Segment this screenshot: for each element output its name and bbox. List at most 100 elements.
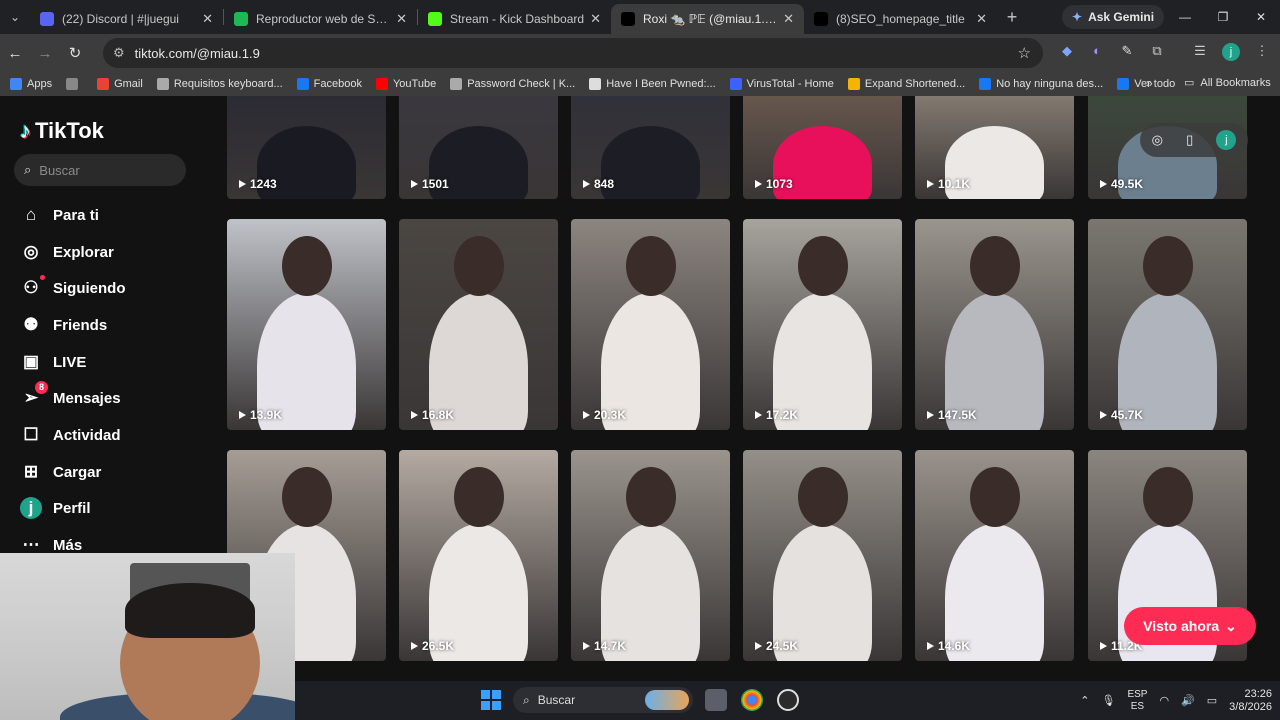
microphone-icon[interactable]: 🎙 bbox=[1101, 694, 1115, 707]
chrome-taskbar-icon[interactable] bbox=[741, 689, 763, 711]
video-thumbnail[interactable]: 26.5K bbox=[399, 450, 558, 661]
bookmark-item[interactable]: VirusTotal - Home bbox=[729, 78, 834, 90]
taskbar-search[interactable]: ⌕ Buscar bbox=[513, 687, 693, 713]
tiktok-search-input[interactable]: ⌕ Buscar bbox=[14, 154, 186, 186]
tab-search-icon[interactable]: ⌄ bbox=[0, 0, 30, 34]
bookmark-item[interactable] bbox=[66, 78, 83, 90]
close-tab-icon[interactable]: ✕ bbox=[202, 11, 213, 27]
nav-item-activity[interactable]: ☐ Actividad bbox=[20, 420, 120, 450]
video-thumbnail[interactable]: 16.8K bbox=[399, 219, 558, 430]
bookmark-item[interactable]: YouTube bbox=[375, 78, 436, 90]
obs-taskbar-icon[interactable] bbox=[777, 689, 799, 711]
reload-icon[interactable]: ↻ bbox=[60, 44, 90, 62]
video-thumbnail[interactable]: 848 bbox=[571, 96, 730, 199]
tiktok-logo[interactable]: ♪ TikTok bbox=[20, 118, 104, 144]
extension-icon[interactable]: ◆ bbox=[1057, 43, 1077, 63]
maximize-icon[interactable]: ❐ bbox=[1204, 0, 1242, 34]
bookmark-item[interactable]: Apps bbox=[10, 78, 52, 90]
video-thumbnail[interactable]: 14.7K bbox=[571, 450, 730, 661]
browser-tab[interactable]: (8)SEO_homepage_title ✕ bbox=[804, 4, 997, 34]
forward-icon[interactable]: → bbox=[30, 45, 60, 62]
address-bar[interactable]: ⚙ tiktok.com/@miau.1.9 ☆ bbox=[103, 38, 1043, 68]
nav-item-following[interactable]: ⚇ Siguiendo bbox=[20, 273, 126, 303]
bookmark-favicon-icon bbox=[66, 78, 79, 90]
new-tab-button[interactable]: + bbox=[997, 7, 1027, 28]
tray-chevron-icon[interactable]: ⌃ bbox=[1080, 694, 1089, 707]
view-count: 24.5K bbox=[755, 639, 798, 653]
extensions-puzzle-icon[interactable]: ⧉ bbox=[1147, 43, 1167, 63]
bookmark-item[interactable]: Facebook bbox=[296, 78, 362, 90]
nav-item-upload[interactable]: ⊞ Cargar bbox=[20, 457, 101, 487]
bookmarks-overflow[interactable]: » bbox=[1146, 76, 1153, 90]
close-tab-icon[interactable]: ✕ bbox=[590, 11, 601, 27]
visto-ahora-button[interactable]: Visto ahora ⌄ bbox=[1124, 607, 1256, 645]
play-icon bbox=[583, 180, 590, 188]
minimize-icon[interactable]: — bbox=[1166, 0, 1204, 34]
video-thumbnail[interactable]: 45.7K bbox=[1088, 219, 1247, 430]
nav-item-live[interactable]: ▣ LIVE bbox=[20, 347, 86, 377]
video-subject-head bbox=[454, 236, 504, 296]
messages-icon: ➢ 8 bbox=[20, 381, 48, 409]
video-thumbnail[interactable]: 24.5K bbox=[743, 450, 902, 661]
video-subject-head bbox=[626, 467, 676, 527]
floating-controls: ◎ ▯ j bbox=[1140, 123, 1248, 157]
clock[interactable]: 23:26 3/8/2026 bbox=[1229, 688, 1272, 714]
bookmark-label: Ver todo bbox=[1134, 78, 1176, 90]
nav-item-home[interactable]: ⌂ Para ti bbox=[20, 200, 99, 230]
video-subject-head bbox=[798, 236, 848, 296]
bookmark-star-icon[interactable]: ☆ bbox=[1018, 44, 1031, 62]
ask-gemini-button[interactable]: ✦ Ask Gemini bbox=[1062, 5, 1165, 29]
profile-avatar[interactable]: j bbox=[1222, 43, 1240, 61]
bookmark-item[interactable]: Requisitos keyboard... bbox=[156, 78, 283, 90]
nav-item-profile[interactable]: j Perfil bbox=[20, 493, 91, 523]
compass-icon[interactable]: ◎ bbox=[1152, 132, 1163, 148]
browser-tab[interactable]: Stream - Kick Dashboard ✕ bbox=[418, 4, 611, 34]
video-thumbnail[interactable]: 17.2K bbox=[743, 219, 902, 430]
user-avatar[interactable]: j bbox=[1216, 130, 1237, 150]
view-count: 14.6K bbox=[927, 639, 970, 653]
extension-icon[interactable]: ✎ bbox=[1117, 43, 1137, 63]
video-thumbnail[interactable]: 1501 bbox=[399, 96, 558, 199]
battery-icon[interactable]: ▭ bbox=[1207, 694, 1217, 707]
nav-item-messages[interactable]: ➢ 8 Mensajes bbox=[20, 381, 121, 413]
video-thumbnail[interactable]: 14.6K bbox=[915, 450, 1074, 661]
close-tab-icon[interactable]: ✕ bbox=[396, 11, 407, 27]
bookmark-item[interactable]: Have I Been Pwned:... bbox=[589, 78, 716, 90]
close-window-icon[interactable]: ✕ bbox=[1242, 0, 1280, 34]
video-thumbnail[interactable]: 13.9K bbox=[227, 219, 386, 430]
close-tab-icon[interactable]: ✕ bbox=[976, 11, 987, 27]
all-bookmarks-button[interactable]: ▭ All Bookmarks bbox=[1184, 76, 1271, 90]
language-indicator[interactable]: ESP ES bbox=[1127, 689, 1147, 713]
extension-icon[interactable]: ◐ bbox=[1087, 43, 1107, 63]
close-tab-icon[interactable]: ✕ bbox=[783, 11, 794, 27]
browser-tab[interactable]: Reproductor web de Spotify: ✕ bbox=[224, 4, 417, 34]
menu-dots-icon[interactable]: ⋮ bbox=[1252, 43, 1272, 63]
site-info-icon[interactable]: ⚙ bbox=[113, 45, 125, 61]
device-icon[interactable]: ▯ bbox=[1186, 132, 1193, 148]
wifi-icon[interactable]: ◠ bbox=[1159, 694, 1169, 707]
bookmark-favicon-icon bbox=[979, 78, 992, 90]
video-thumbnail[interactable]: 1243 bbox=[227, 96, 386, 199]
video-thumbnail[interactable]: 1073 bbox=[743, 96, 902, 199]
nav-item-friends[interactable]: ⚉ Friends bbox=[20, 310, 107, 340]
nav-item-compass[interactable]: ◎ Explorar bbox=[20, 237, 114, 267]
browser-tab[interactable]: (22) Discord | #|juegui ✕ bbox=[30, 4, 223, 34]
bookmark-item[interactable]: Gmail bbox=[97, 78, 143, 90]
windows-start-icon[interactable] bbox=[481, 690, 501, 710]
video-subject-head bbox=[970, 467, 1020, 527]
nav-label: Friends bbox=[53, 316, 108, 334]
bookmark-item[interactable]: Password Check | K... bbox=[450, 78, 575, 90]
volume-icon[interactable]: 🔊 bbox=[1181, 694, 1195, 707]
browser-tab[interactable]: Roxi 🐀 ℙ𝔼 (@miau.1.9) | TikTok ✕ bbox=[611, 4, 804, 34]
reading-list-icon[interactable]: ☰ bbox=[1190, 43, 1210, 63]
task-view-icon[interactable] bbox=[705, 689, 727, 711]
tab-title: Roxi 🐀 ℙ𝔼 (@miau.1.9) | TikTok bbox=[643, 12, 777, 26]
video-thumbnail[interactable]: 20.3K bbox=[571, 219, 730, 430]
back-icon[interactable]: ← bbox=[0, 45, 30, 62]
bookmark-item[interactable]: Expand Shortened... bbox=[847, 78, 965, 90]
bookmark-favicon-icon bbox=[10, 78, 22, 90]
bookmark-item[interactable]: No hay ninguna des... bbox=[979, 78, 1103, 90]
bookmark-label: Facebook bbox=[313, 78, 362, 90]
video-thumbnail[interactable]: 147.5K bbox=[915, 219, 1074, 430]
video-thumbnail[interactable]: 10.1K bbox=[915, 96, 1074, 199]
